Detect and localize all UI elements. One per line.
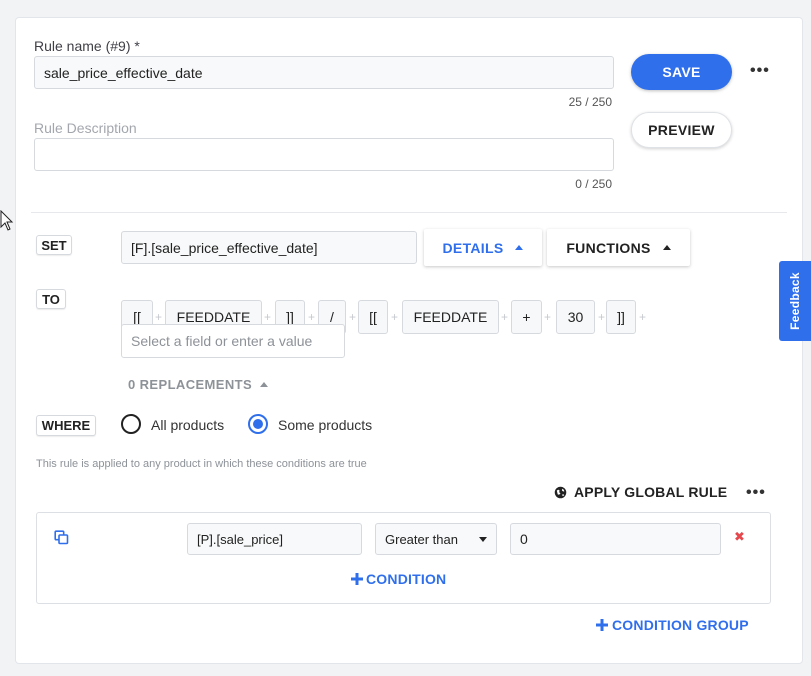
set-tag: SET [36, 235, 72, 255]
replacements-toggle[interactable]: 0 REPLACEMENTS [128, 377, 269, 392]
plus-icon [351, 573, 363, 585]
where-tag: WHERE [36, 415, 96, 436]
delete-condition-icon[interactable]: ✖ [734, 529, 745, 545]
rule-description-label: Rule Description [34, 120, 137, 136]
rule-name-input[interactable]: sale_price_effective_date [34, 56, 614, 89]
insert-token-plus-icon[interactable]: + [639, 310, 646, 324]
to-tag: TO [36, 289, 66, 309]
save-button[interactable]: SAVE [631, 54, 732, 90]
expression-token[interactable]: + [511, 300, 542, 334]
more-horizontal-icon[interactable]: ••• [750, 63, 770, 79]
insert-token-plus-icon[interactable]: + [308, 310, 315, 324]
more-horizontal-icon[interactable]: ••• [746, 485, 766, 501]
expression-token[interactable]: [[ [358, 300, 388, 334]
functions-dropdown[interactable]: FUNCTIONS [547, 229, 690, 266]
caret-up-icon [662, 245, 671, 250]
rule-name-counter: 25 / 250 [568, 95, 612, 109]
insert-token-plus-icon[interactable]: + [264, 310, 271, 324]
details-dropdown[interactable]: DETAILS [424, 229, 542, 266]
caret-down-icon [479, 536, 487, 542]
mouse-cursor-icon [0, 210, 14, 231]
feedback-tab[interactable]: Feedback [779, 261, 811, 341]
condition-field-input[interactable]: [P].[sale_price] [187, 523, 362, 555]
rule-description-input[interactable] [34, 138, 614, 171]
add-condition-button[interactable]: CONDITION [351, 571, 446, 587]
value-input[interactable]: Select a field or enter a value [121, 324, 345, 358]
expression-token[interactable]: 30 [556, 300, 595, 334]
globe-icon [554, 486, 567, 498]
condition-operator-value: Greater than [385, 531, 458, 547]
all-products-label[interactable]: All products [151, 417, 224, 433]
insert-token-plus-icon[interactable]: + [598, 310, 605, 324]
expression-token[interactable]: ]] [606, 300, 636, 334]
replacements-label: 0 REPLACEMENTS [128, 377, 253, 392]
insert-token-plus-icon[interactable]: + [349, 310, 356, 324]
insert-token-plus-icon[interactable]: + [391, 310, 398, 324]
some-products-label[interactable]: Some products [278, 417, 372, 433]
section-divider [31, 212, 787, 213]
feedback-label: Feedback [788, 272, 803, 330]
plus-icon [596, 619, 608, 631]
copy-icon[interactable] [54, 530, 69, 545]
caret-up-icon [260, 382, 269, 387]
apply-global-rule-label: APPLY GLOBAL RULE [574, 484, 728, 500]
details-label: DETAILS [442, 239, 504, 256]
where-hint: This rule is applied to any product in w… [36, 458, 367, 470]
radio-some-products[interactable] [248, 414, 268, 434]
add-condition-label: CONDITION [366, 571, 447, 587]
expression-token[interactable]: FEEDDATE [402, 300, 499, 334]
condition-value-input[interactable]: 0 [510, 523, 721, 555]
rule-description-counter: 0 / 250 [575, 177, 612, 191]
radio-all-products[interactable] [121, 414, 141, 434]
apply-global-rule-button[interactable]: APPLY GLOBAL RULE [554, 484, 727, 500]
caret-up-icon [515, 245, 524, 250]
add-condition-group-label: CONDITION GROUP [612, 617, 749, 633]
add-condition-group-button[interactable]: CONDITION GROUP [596, 617, 749, 633]
functions-label: FUNCTIONS [566, 239, 651, 256]
rule-name-label: Rule name (#9) * [34, 38, 140, 54]
preview-button[interactable]: PREVIEW [631, 112, 732, 148]
insert-token-plus-icon[interactable]: + [155, 310, 162, 324]
insert-token-plus-icon[interactable]: + [544, 310, 551, 324]
insert-token-plus-icon[interactable]: + [501, 310, 508, 324]
set-field-input[interactable]: [F].[sale_price_effective_date] [121, 231, 417, 264]
condition-operator-select[interactable]: Greater than [375, 523, 497, 555]
